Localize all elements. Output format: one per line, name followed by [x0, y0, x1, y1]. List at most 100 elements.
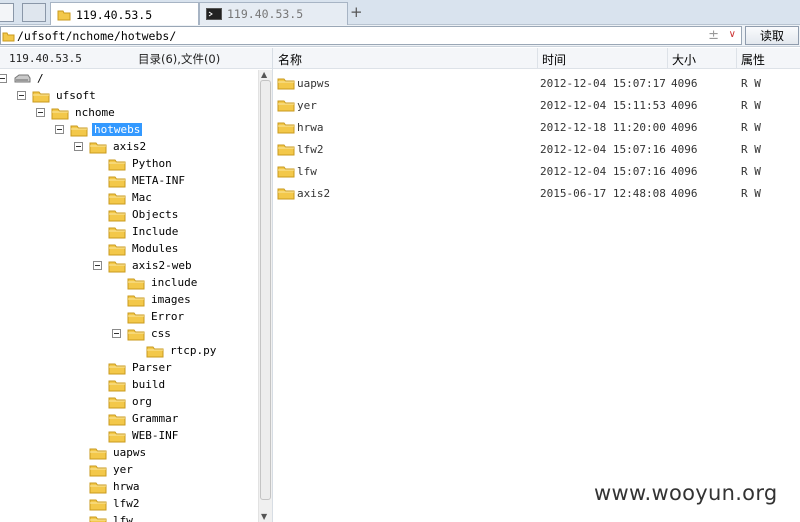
folder-icon: [70, 125, 88, 136]
collapse-toggle-icon[interactable]: [93, 261, 102, 270]
file-size: 4096: [671, 121, 698, 134]
window-menu-icon[interactable]: [0, 3, 14, 22]
folder-icon: [57, 10, 71, 20]
folder-icon: [108, 227, 126, 238]
file-name: axis2: [297, 187, 331, 200]
file-time: 2012-12-04 15:07:16: [540, 165, 666, 178]
tree-node[interactable]: nchome: [36, 104, 117, 121]
folder-icon: [277, 188, 295, 200]
clear-icon[interactable]: ±: [708, 28, 719, 43]
tree-node[interactable]: /: [0, 70, 46, 87]
column-divider[interactable]: [667, 48, 668, 69]
host-label: 119.40.53.5: [9, 52, 82, 65]
tree-node[interactable]: Grammar: [108, 410, 180, 427]
tree-node-label: rtcp.py: [170, 344, 217, 357]
column-divider[interactable]: [736, 48, 737, 69]
tab-scroll-icon[interactable]: [22, 3, 46, 22]
column-name[interactable]: 名称: [278, 51, 302, 68]
folder-icon: [108, 193, 126, 204]
file-row[interactable]: hrwa 2012-12-18 11:20:00 4096 R W: [273, 116, 800, 138]
folder-icon: [108, 261, 126, 272]
tree-node[interactable]: hotwebs: [55, 121, 143, 138]
folder-icon: [146, 346, 164, 357]
tree-node-label: css: [151, 327, 171, 340]
column-attr[interactable]: 属性: [741, 51, 765, 68]
tree-node[interactable]: lfw2: [89, 495, 142, 512]
tree-node[interactable]: axis2-web: [93, 257, 194, 274]
tree-scrollbar[interactable]: ▲ ▼: [258, 70, 272, 522]
tree-node[interactable]: Mac: [108, 189, 154, 206]
tree-node[interactable]: Objects: [108, 206, 180, 223]
file-row[interactable]: yer 2012-12-04 15:11:53 4096 R W: [273, 94, 800, 116]
collapse-toggle-icon[interactable]: [74, 142, 83, 151]
column-time[interactable]: 时间: [542, 51, 566, 68]
folder-icon: [108, 210, 126, 221]
file-size: 4096: [671, 77, 698, 90]
file-row[interactable]: uapws 2012-12-04 15:07:17 4096 R W: [273, 72, 800, 94]
directory-tree[interactable]: / ufsoft nchome hotwebs axis2 Python META-INF M…: [0, 70, 258, 522]
file-attr: R W: [741, 77, 761, 90]
tree-node[interactable]: hrwa: [89, 478, 142, 495]
tree-node-label: ufsoft: [56, 89, 96, 102]
read-button[interactable]: 读取: [745, 26, 799, 45]
tree-node-label: uapws: [113, 446, 147, 459]
tree-node-label: WEB-INF: [132, 429, 179, 442]
tree-node[interactable]: Include: [108, 223, 180, 240]
file-name: uapws: [297, 77, 331, 90]
tree-node[interactable]: Error: [127, 308, 186, 325]
folder-icon: [89, 516, 107, 522]
scroll-up-icon[interactable]: ▲: [261, 70, 267, 79]
folder-icon: [89, 499, 107, 510]
tree-node[interactable]: Modules: [108, 240, 180, 257]
column-divider[interactable]: [537, 48, 538, 69]
chevron-down-icon[interactable]: ∨: [729, 29, 736, 40]
tree-node[interactable]: META-INF: [108, 172, 187, 189]
tree-node[interactable]: images: [127, 291, 193, 308]
tab-session-2[interactable]: 119.40.53.5: [199, 2, 348, 25]
tree-node[interactable]: css: [112, 325, 173, 342]
tree-node[interactable]: include: [127, 274, 199, 291]
collapse-toggle-icon[interactable]: [55, 125, 64, 134]
tree-node-label: Grammar: [132, 412, 179, 425]
folder-icon: [108, 414, 126, 425]
tree-node[interactable]: uapws: [89, 444, 148, 461]
file-row[interactable]: lfw2 2012-12-04 15:07:16 4096 R W: [273, 138, 800, 160]
file-name: yer: [297, 99, 317, 112]
folder-icon: [51, 108, 69, 119]
collapse-toggle-icon[interactable]: [112, 329, 121, 338]
file-row[interactable]: lfw 2012-12-04 15:07:16 4096 R W: [273, 160, 800, 182]
tree-node[interactable]: Python: [108, 155, 174, 172]
path-input[interactable]: /ufsoft/nchome/hotwebs/ ± ∨: [0, 26, 742, 45]
collapse-toggle-icon[interactable]: [0, 74, 7, 83]
collapse-toggle-icon[interactable]: [17, 91, 26, 100]
folder-icon: [89, 448, 107, 459]
folder-icon: [2, 32, 15, 42]
tree-node-label: yer: [113, 463, 133, 476]
tree-node[interactable]: WEB-INF: [108, 427, 180, 444]
tree-node-label: include: [151, 276, 198, 289]
column-size[interactable]: 大小: [672, 51, 696, 68]
tree-node-label: hotwebs: [92, 123, 143, 136]
tree-node-label: lfw2: [113, 497, 140, 510]
address-bar: /ufsoft/nchome/hotwebs/ ± ∨ 读取: [0, 25, 800, 47]
file-attr: R W: [741, 165, 761, 178]
tree-node[interactable]: axis2: [74, 138, 148, 155]
file-size: 4096: [671, 143, 698, 156]
tree-node[interactable]: rtcp.py: [146, 342, 218, 359]
tree-node[interactable]: ufsoft: [17, 87, 98, 104]
tree-node[interactable]: Parser: [108, 359, 174, 376]
scroll-down-icon[interactable]: ▼: [261, 512, 267, 521]
scrollbar-thumb[interactable]: [260, 80, 271, 500]
tree-node[interactable]: lfw: [89, 512, 135, 522]
file-row[interactable]: axis2 2015-06-17 12:48:08 4096 R W: [273, 182, 800, 204]
file-time: 2015-06-17 12:48:08: [540, 187, 666, 200]
tab-session-1[interactable]: 119.40.53.5: [50, 2, 199, 26]
new-tab-button[interactable]: +: [350, 3, 363, 21]
tree-node[interactable]: yer: [89, 461, 135, 478]
collapse-toggle-icon[interactable]: [36, 108, 45, 117]
tree-node[interactable]: org: [108, 393, 154, 410]
folder-icon: [89, 482, 107, 493]
path-value: /ufsoft/nchome/hotwebs/: [17, 28, 177, 43]
tree-node[interactable]: build: [108, 376, 167, 393]
folder-icon: [127, 278, 145, 289]
